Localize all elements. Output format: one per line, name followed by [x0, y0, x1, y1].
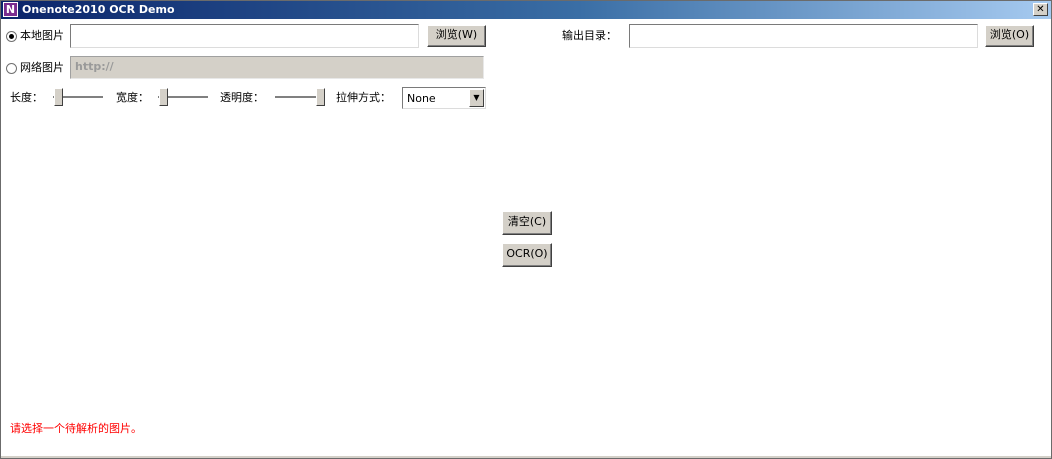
- width-label: 宽度：: [116, 91, 149, 104]
- window-bottom-border: [1, 456, 1051, 458]
- stretch-label: 拉伸方式：: [336, 91, 391, 104]
- close-button[interactable]: ✕: [1033, 3, 1048, 16]
- slider-thumb[interactable]: [316, 88, 325, 106]
- output-dir-label: 输出目录：: [562, 29, 617, 42]
- local-image-radio[interactable]: [6, 31, 17, 42]
- app-window: N Onenote2010 OCR Demo ✕ 本地图片 浏览(W) 输出目录…: [0, 0, 1052, 459]
- radio-selected-dot: [9, 34, 14, 39]
- stretch-mode-select[interactable]: None ▼: [402, 87, 486, 109]
- local-image-path-input[interactable]: [70, 24, 419, 48]
- browse-local-button[interactable]: 浏览(W): [427, 25, 486, 47]
- slider-thumb[interactable]: [159, 88, 168, 106]
- chevron-down-icon[interactable]: ▼: [469, 89, 484, 107]
- width-slider[interactable]: [158, 88, 208, 106]
- local-image-label[interactable]: 本地图片: [20, 29, 64, 43]
- title-bar: N Onenote2010 OCR Demo ✕: [1, 1, 1051, 19]
- window-title: Onenote2010 OCR Demo: [22, 3, 175, 16]
- length-slider[interactable]: [53, 88, 103, 106]
- stretch-mode-value: None: [407, 92, 436, 105]
- output-dir-input[interactable]: [629, 24, 978, 48]
- status-message: 请选择一个待解析的图片。: [10, 422, 142, 435]
- browse-output-button[interactable]: 浏览(O): [985, 25, 1034, 47]
- onenote-icon: N: [3, 2, 18, 17]
- web-url-input[interactable]: http://: [70, 56, 484, 79]
- clear-button[interactable]: 清空(C): [502, 211, 552, 235]
- opacity-slider[interactable]: [275, 88, 325, 106]
- slider-thumb[interactable]: [54, 88, 63, 106]
- web-image-label[interactable]: 网络图片: [20, 61, 64, 75]
- ocr-button[interactable]: OCR(O): [502, 243, 552, 267]
- length-label: 长度：: [10, 91, 43, 104]
- opacity-label: 透明度：: [220, 91, 264, 104]
- web-image-radio[interactable]: [6, 63, 17, 74]
